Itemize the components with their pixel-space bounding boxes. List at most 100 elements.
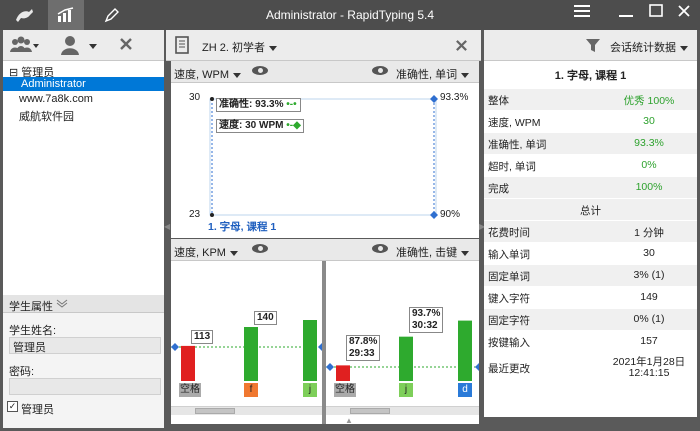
value-label: 93.7% 30:32	[409, 306, 444, 333]
top-chart: 30 23 93.3% 90% 准确性: 93.3% •-• 速度: 30 WP…	[171, 83, 479, 238]
lesson-label[interactable]: 1. 字母, 课程 1	[208, 219, 276, 234]
last-change-time: 12:41:15	[628, 367, 670, 379]
stats-row-last-change: 最近更改 2021年1月28日 12:41:15	[484, 353, 697, 383]
tree-item-user[interactable]: www.7a8k.com	[19, 93, 93, 105]
stats-value: 157	[640, 335, 658, 347]
delete-user-icon[interactable]	[119, 37, 133, 54]
stats-key: 固定字符	[488, 315, 530, 327]
maximize-icon[interactable]	[644, 3, 668, 25]
properties-header[interactable]: 学生属性	[3, 295, 164, 313]
properties-panel: 学生姓名: 管理员 密码: ✓ 管理员	[3, 313, 164, 428]
horizontal-scrollbar[interactable]	[171, 406, 322, 415]
stats-key: 准确性, 单词	[488, 139, 547, 151]
stats-row: 按键输入 157	[484, 331, 697, 353]
scrollbar-thumb[interactable]	[195, 408, 235, 414]
eye-icon[interactable]	[252, 244, 268, 253]
eye-icon[interactable]	[372, 244, 388, 253]
stats-value: 93.3%	[634, 137, 664, 149]
top-chart-header: 速度, WPM 准确性, 单词	[171, 61, 479, 83]
title-bar: Administrator - RapidTyping 5.4	[0, 0, 700, 30]
course-toolbar: ZH 2. 初学者	[166, 30, 481, 61]
key-label: f	[244, 383, 258, 397]
bar-0	[181, 345, 195, 381]
stats-row: 完成 100%	[484, 177, 697, 199]
chart-plot-area	[209, 98, 437, 216]
close-icon[interactable]	[672, 3, 696, 25]
bottom-chart-header: 速度, KPM 准确性, 击键	[171, 239, 479, 261]
stats-value: 3% (1)	[633, 269, 665, 281]
filter-icon[interactable]	[585, 38, 601, 56]
axis-min-point	[210, 213, 214, 217]
minimize-icon[interactable]	[614, 3, 638, 25]
stats-row: 固定单词 3% (1)	[484, 265, 697, 287]
average-marker	[326, 363, 334, 371]
stats-row: 花费时间 1 分钟	[484, 221, 697, 243]
key-label: d	[458, 383, 472, 397]
window-title: Administrator - RapidTyping 5.4	[265, 8, 435, 22]
horizontal-scrollbar[interactable]	[326, 406, 479, 415]
users-toolbar	[3, 30, 164, 61]
scrollbar-thumb[interactable]	[350, 408, 390, 414]
accuracy-tooltip: 准确性: 93.3% •-•	[216, 98, 301, 112]
value-label: 140	[254, 311, 277, 325]
stats-row: 固定字符 0% (1)	[484, 309, 697, 331]
stats-row: 整体 优秀 100%	[484, 89, 697, 111]
bar-1	[244, 327, 258, 381]
y-left-top: 30	[189, 92, 201, 103]
stats-key: 速度, WPM	[488, 117, 541, 129]
name-label: 学生姓名:	[9, 325, 57, 337]
password-field[interactable]	[9, 378, 161, 395]
accuracy-bar-chart: 空格 87.8% 29:33 j 93.7% 30:32 d	[326, 261, 479, 424]
admin-checkbox-label: 管理员	[21, 404, 54, 416]
stats-key: 超时, 单词	[488, 161, 536, 173]
left-metric-dropdown[interactable]: 速度, WPM	[174, 66, 241, 82]
course-selector[interactable]: ZH 2. 初学者	[202, 39, 277, 55]
collapse-left-arrow-icon[interactable]: ◀	[164, 222, 170, 231]
stats-value: 100%	[635, 181, 663, 193]
right-metric-dropdown[interactable]: 准确性, 单词	[396, 66, 470, 82]
accuracy-point	[430, 95, 438, 103]
stats-row: 超时, 单词 0%	[484, 155, 697, 177]
chevron-down-icon[interactable]	[56, 299, 68, 311]
stats-row: 速度, WPM 30	[484, 111, 697, 133]
key-label: j	[303, 383, 317, 397]
group-users-icon[interactable]	[9, 36, 39, 57]
key-label: j	[399, 383, 413, 397]
stats-toolbar: 会话统计数据	[484, 30, 697, 61]
close-course-icon[interactable]	[455, 39, 468, 55]
resize-handle-icon[interactable]: ▲	[345, 416, 353, 425]
total-label: 总计	[580, 205, 601, 217]
hamburger-icon[interactable]	[570, 3, 594, 25]
speed-bar-chart: 空格 113 f 140 j	[171, 261, 322, 424]
stats-key: 整体	[488, 95, 509, 107]
stats-value: 优秀 100%	[623, 95, 675, 107]
bar-0	[336, 365, 350, 381]
stats-value: 1 分钟	[634, 227, 664, 239]
stats-mode-dropdown[interactable]: 会话统计数据	[610, 39, 688, 55]
value-label: 87.8% 29:33	[346, 335, 381, 362]
stats-row: 准确性, 单词 93.3%	[484, 133, 697, 155]
stats-key: 最近更改	[488, 363, 530, 375]
eye-icon[interactable]	[252, 66, 268, 75]
right-metric-dropdown[interactable]: 准确性, 击键	[396, 244, 470, 260]
user-icon[interactable]	[59, 34, 99, 59]
value-label: 113	[191, 329, 214, 344]
tree-item-administrator[interactable]: Administrator	[3, 77, 164, 91]
stats-value: 149	[640, 291, 658, 303]
y-left-bottom: 23	[189, 209, 201, 220]
admin-checkbox[interactable]: ✓	[7, 401, 18, 412]
eye-icon[interactable]	[372, 66, 388, 75]
key-label: 空格	[179, 383, 201, 397]
average-marker	[171, 343, 179, 351]
key-label: 空格	[334, 383, 356, 397]
bar-2	[303, 320, 317, 381]
y-right-top: 93.3%	[440, 92, 469, 103]
stats-row: 键入字符 149	[484, 287, 697, 309]
stats-value: 0%	[641, 159, 657, 171]
name-field[interactable]: 管理员	[9, 337, 161, 354]
bar-2	[458, 320, 472, 381]
left-metric-dropdown[interactable]: 速度, KPM	[174, 244, 238, 260]
stats-value: 0% (1)	[633, 313, 665, 325]
stats-title: 1. 字母, 课程 1	[554, 70, 627, 82]
tree-item-user[interactable]: 威航软件园	[19, 108, 74, 124]
